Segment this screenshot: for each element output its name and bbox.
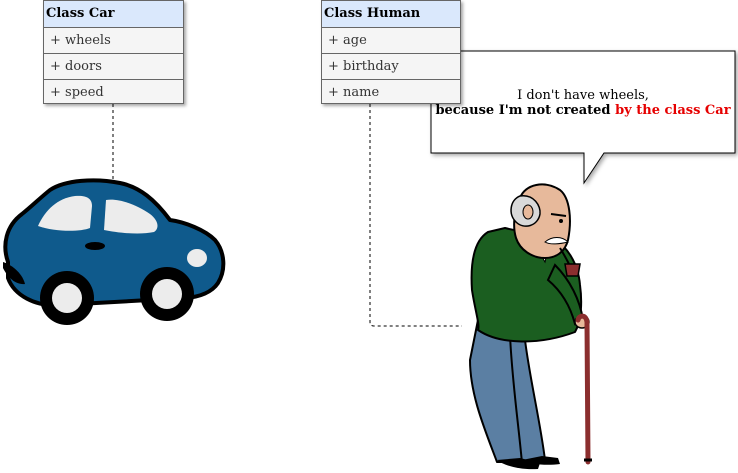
old-man-icon	[469, 183, 592, 470]
